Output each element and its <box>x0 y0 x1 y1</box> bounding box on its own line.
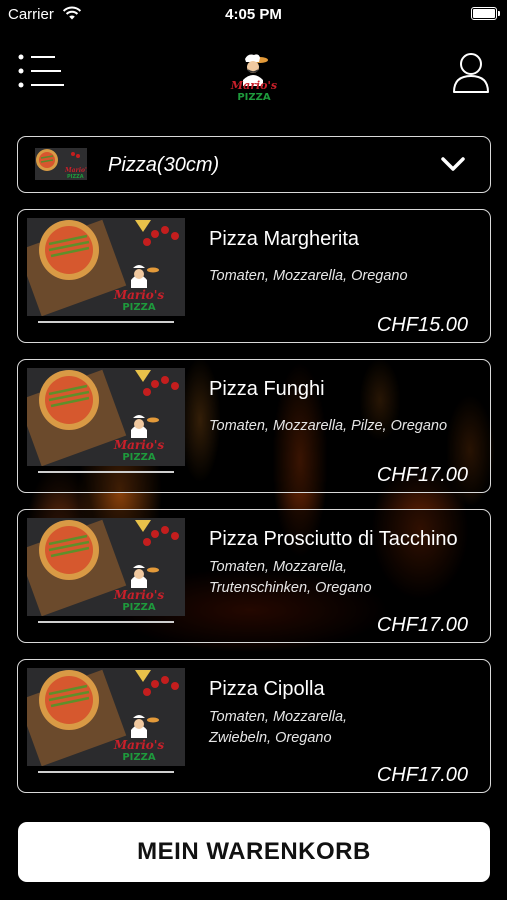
product-description: Tomaten, Mozzarella, Pilze, Oregano <box>209 416 479 437</box>
category-dropdown[interactable]: Mario's PIZZA Pizza(30cm) <box>17 136 491 193</box>
chevron-down-icon[interactable] <box>440 155 466 173</box>
svg-text:PIZZA: PIZZA <box>67 174 84 180</box>
description-line: Trutenschinken, Oregano <box>209 580 372 596</box>
category-label: Pizza(30cm) <box>108 154 220 176</box>
description-line: Tomaten, Mozzarella, <box>209 559 348 575</box>
category-thumbnail: Mario's PIZZA <box>35 148 87 180</box>
svg-text:Mario's: Mario's <box>113 588 165 602</box>
product-name: Pizza Funghi <box>209 378 325 400</box>
product-price: CHF15.00 <box>376 314 468 336</box>
product-description: Tomaten, Mozzarella, Zwiebeln, Oregano <box>209 707 479 749</box>
product-description: Tomaten, Mozzarella, Trutenschinken, Ore… <box>209 557 479 599</box>
app-header: Mario's PIZZA <box>0 48 507 102</box>
user-profile-icon[interactable] <box>451 52 491 94</box>
svg-text:PIZZA: PIZZA <box>122 302 156 313</box>
svg-text:Mario's: Mario's <box>113 738 165 752</box>
product-image: Mario's PIZZA <box>27 368 185 466</box>
image-divider <box>38 471 174 473</box>
svg-text:Mario's: Mario's <box>113 438 165 452</box>
marios-pizza-logo: Mario's PIZZA <box>230 54 277 102</box>
svg-text:Mario's: Mario's <box>230 79 277 92</box>
product-name: Pizza Prosciutto di Tacchino <box>209 528 458 550</box>
status-bar: Carrier 4:05 PM <box>0 0 507 30</box>
menu-icon[interactable] <box>18 54 64 88</box>
description-line: Zwiebeln, Oregano <box>209 730 332 746</box>
description-line: Tomaten, Mozzarella, <box>209 709 348 725</box>
svg-text:Mario's: Mario's <box>64 167 87 174</box>
svg-text:PIZZA: PIZZA <box>122 602 156 613</box>
product-image: Mario's PIZZA <box>27 668 185 766</box>
product-name: Pizza Cipolla <box>209 678 325 700</box>
product-card[interactable]: Mario's PIZZA Pizza Prosciutto di Tacchi… <box>17 509 491 643</box>
product-price: CHF17.00 <box>376 764 468 786</box>
description-line: Tomaten, Mozzarella, Oregano <box>209 268 408 284</box>
svg-text:PIZZA: PIZZA <box>122 452 156 463</box>
product-image: Mario's PIZZA <box>27 218 185 316</box>
image-divider <box>38 321 174 323</box>
product-image: Mario's PIZZA <box>27 518 185 616</box>
svg-text:PIZZA: PIZZA <box>122 752 156 763</box>
svg-text:PIZZA: PIZZA <box>237 92 271 102</box>
product-card[interactable]: Mario's PIZZA Pizza Margherita Tomaten, … <box>17 209 491 343</box>
description-line: Tomaten, Mozzarella, Pilze, Oregano <box>209 418 448 434</box>
clock: 4:05 PM <box>225 6 282 23</box>
product-card[interactable]: Mario's PIZZA Pizza Funghi Tomaten, Mozz… <box>17 359 491 493</box>
product-description: Tomaten, Mozzarella, Oregano <box>209 266 479 287</box>
image-divider <box>38 771 174 773</box>
image-divider <box>38 621 174 623</box>
product-price: CHF17.00 <box>376 614 468 636</box>
battery-icon <box>471 7 500 20</box>
cart-button[interactable]: MEIN WARENKORB <box>18 822 490 882</box>
product-name: Pizza Margherita <box>209 228 360 250</box>
product-card[interactable]: Mario's PIZZA Pizza Cipolla Tomaten, Moz… <box>17 659 491 793</box>
svg-text:Mario's: Mario's <box>113 288 165 302</box>
product-price: CHF17.00 <box>376 464 468 486</box>
